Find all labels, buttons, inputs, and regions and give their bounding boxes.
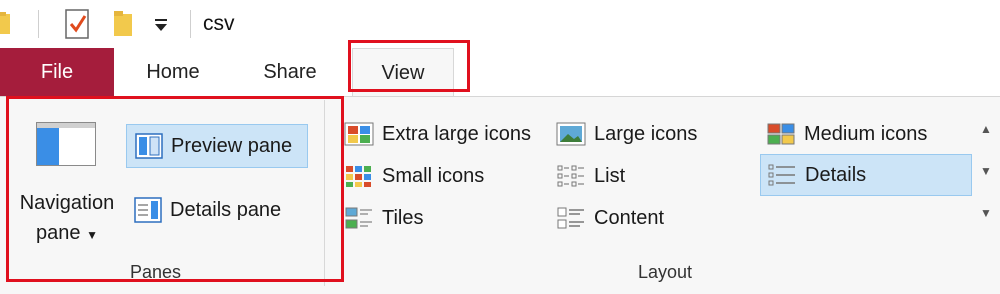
details-icon: [768, 164, 795, 186]
panes-group-highlight: [6, 96, 344, 282]
layout-content[interactable]: Content: [552, 198, 752, 238]
layout-tiles[interactable]: Tiles: [340, 198, 546, 238]
folder-icon[interactable]: [0, 10, 12, 36]
toolbar-separator: [190, 10, 191, 38]
tab-share[interactable]: Share: [240, 48, 340, 97]
quick-access-toolbar: csv: [0, 0, 1000, 48]
content-icon: [557, 207, 584, 229]
layout-details[interactable]: Details: [760, 154, 972, 196]
tab-file[interactable]: File: [0, 48, 114, 97]
list-icon: [557, 165, 584, 187]
medium-icons-icon: [767, 123, 795, 145]
layout-item-label: Details: [805, 163, 867, 186]
scroll-down-icon[interactable]: ▼: [975, 150, 997, 192]
new-folder-icon[interactable]: [112, 8, 136, 38]
layout-large-icons[interactable]: Large icons: [552, 114, 752, 154]
customize-toolbar-dropdown-icon[interactable]: [152, 16, 170, 34]
more-options-icon[interactable]: ▼: [975, 192, 997, 234]
extra-large-icons-icon: [344, 122, 374, 146]
view-tab-highlight: [348, 40, 470, 92]
layout-group-label: Layout: [638, 262, 693, 282]
layout-small-icons[interactable]: Small icons: [340, 156, 546, 196]
layout-item-label: Extra large icons: [382, 122, 531, 145]
layout-item-label: Content: [594, 206, 665, 229]
layout-item-label: Medium icons: [804, 122, 928, 145]
scroll-up-icon[interactable]: ▲: [975, 108, 997, 150]
tiles-icon: [345, 207, 372, 229]
large-icons-icon: [556, 122, 586, 146]
layout-item-label: Large icons: [594, 122, 698, 145]
layout-item-label: List: [594, 164, 626, 187]
layout-item-label: Tiles: [382, 206, 424, 229]
layout-gallery-scroll[interactable]: ▲ ▼ ▼: [975, 108, 997, 234]
ribbon-tabs: File Home Share View: [0, 48, 1000, 97]
small-icons-icon: [346, 166, 371, 187]
layout-extra-large-icons[interactable]: Extra large icons: [340, 114, 546, 154]
layout-medium-icons[interactable]: Medium icons: [762, 114, 968, 154]
layout-list[interactable]: List: [552, 156, 752, 196]
properties-icon[interactable]: [64, 8, 92, 40]
toolbar-separator: [38, 10, 39, 38]
tab-home[interactable]: Home: [120, 48, 226, 97]
window-title: csv: [203, 12, 235, 35]
layout-item-label: Small icons: [382, 164, 485, 187]
